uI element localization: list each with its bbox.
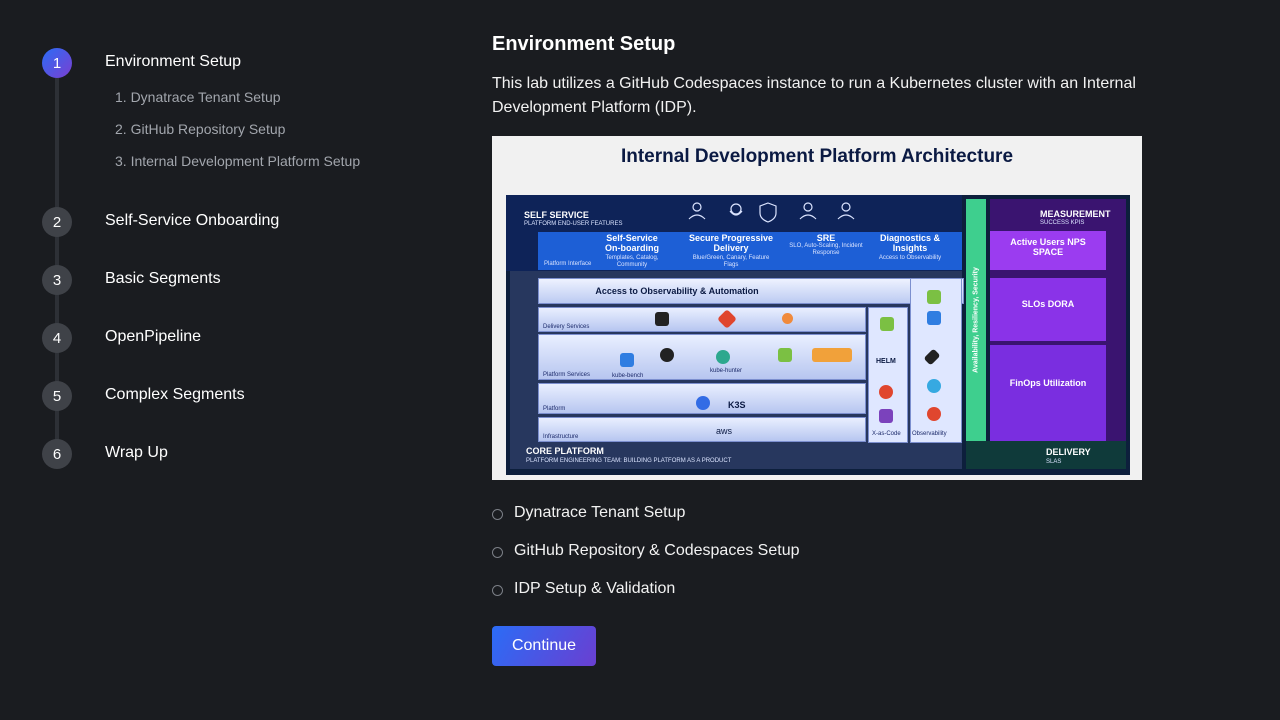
feature-title: SRE (816, 233, 836, 243)
feature-title: Secure Progressive Delivery (688, 233, 774, 253)
feature-sub: Templates, Catalog, Community (605, 255, 659, 268)
keptn-icon (812, 348, 852, 362)
ansible-icon (879, 385, 893, 399)
checklist-label[interactable]: Dynatrace Tenant Setup (514, 504, 685, 522)
stack-icon (655, 312, 669, 326)
radio-circle-icon[interactable] (492, 585, 503, 596)
substep-item[interactable]: 1. Dynatrace Tenant Setup (115, 88, 360, 120)
step-number: 1 (42, 48, 72, 78)
kpi-box (990, 345, 1106, 441)
measurement-sublabel: SUCCESS KPIS (1040, 220, 1085, 226)
substep-item[interactable]: 2. GitHub Repository Setup (115, 120, 360, 152)
step-number: 4 (42, 323, 72, 353)
k3s-label: K3S (728, 400, 746, 410)
measurement-label: MEASUREMENT (1040, 209, 1111, 219)
kpi-label: FinOps Utilization (1009, 378, 1087, 388)
aws-label: aws (716, 426, 733, 436)
x-as-code-label: X-as-Code (872, 431, 901, 437)
shield-icon (927, 311, 941, 325)
continue-button[interactable]: Continue (492, 626, 596, 666)
step-title[interactable]: Complex Segments (105, 386, 245, 404)
security-strip-label: Availability, Resiliency, Security (972, 267, 980, 373)
radio-circle-icon[interactable] (492, 509, 503, 520)
substep-item[interactable]: 3. Internal Development Platform Setup (115, 152, 360, 184)
self-service-label: SELF SERVICE (524, 210, 589, 220)
stepper-sidebar: 1 Environment Setup 1. Dynatrace Tenant … (0, 0, 440, 720)
kpi-label: SLOs DORA (1021, 299, 1075, 309)
dynatrace-icon (778, 348, 792, 362)
step-number: 3 (42, 265, 72, 295)
layer-caption: Infrastructure (543, 434, 579, 440)
kubernetes-icon (696, 396, 710, 410)
feature-title: Diagnostics & Insights (879, 233, 940, 253)
bird-icon (927, 379, 941, 393)
delivery-label: DELIVERY (1046, 447, 1091, 457)
observability-label: Observability (912, 431, 947, 437)
step-title[interactable]: OpenPipeline (105, 328, 201, 346)
architecture-body: SELF SERVICE PLATFORM END-USER FEATURES … (506, 195, 1130, 475)
dynatrace-icon (880, 317, 894, 331)
persona-icons (688, 202, 855, 223)
step-title[interactable]: Basic Segments (105, 270, 221, 288)
kube-hunter-icon (716, 350, 730, 364)
kpi-label: Active Users NPS SPACE (1010, 237, 1086, 257)
helm-label: HELM (876, 358, 896, 365)
step-number: 6 (42, 439, 72, 469)
checklist-label[interactable]: IDP Setup & Validation (514, 580, 675, 598)
checklist-label[interactable]: GitHub Repository & Codespaces Setup (514, 542, 799, 560)
kpi-box (990, 278, 1106, 341)
access-label: Access to Observability & Automation (595, 286, 759, 296)
terraform-icon (879, 409, 893, 423)
diagram-title: Internal Development Platform Architectu… (620, 146, 1014, 167)
kube-hunter-label: kube-hunter (710, 368, 743, 374)
step-number: 5 (42, 381, 72, 411)
step-title[interactable]: Self-Service Onboarding (105, 212, 279, 230)
dynatrace-icon (927, 290, 941, 304)
step-title[interactable]: Wrap Up (105, 444, 168, 462)
step-title[interactable]: Environment Setup (105, 53, 241, 71)
delivery-sublabel: SLAS (1046, 459, 1062, 465)
dynatrace-mono-icon (660, 348, 674, 362)
layer-caption: Platform (543, 406, 566, 412)
feature-sub: SLO, Auto-Scaling, Incident Response (789, 243, 863, 256)
radio-circle-icon[interactable] (492, 547, 503, 558)
architecture-diagram: Internal Development Platform Architectu… (492, 136, 1142, 480)
main-content: Environment Setup This lab utilizes a Gi… (492, 30, 1152, 666)
core-platform-sublabel: PLATFORM ENGINEERING TEAM: BUILDING PLAT… (526, 458, 732, 464)
argo-icon (782, 313, 793, 324)
core-platform-label: CORE PLATFORM (526, 446, 604, 456)
feature-sub: Blue/Green, Canary, Feature Flags (692, 255, 770, 268)
self-service-sublabel: PLATFORM END-USER FEATURES (524, 221, 623, 227)
layer-delivery: Delivery Services (538, 307, 866, 332)
page-description: This lab utilizes a GitHub Codespaces in… (492, 75, 1136, 116)
layer-caption: Delivery Services (543, 324, 590, 330)
page-title: Environment Setup (492, 33, 676, 55)
prometheus-icon (927, 407, 941, 421)
platform-interface-label: Platform Interface (544, 261, 592, 267)
layer-infrastructure: Infrastructure (538, 417, 866, 442)
feature-title: Self-Service On-boarding (605, 233, 659, 253)
layer-caption: Platform Services (543, 372, 591, 378)
step-number: 2 (42, 207, 72, 237)
feature-sub: Access to Observability (878, 255, 942, 261)
kube-bench-label: kube-bench (612, 373, 644, 379)
kube-bench-icon (620, 353, 634, 367)
substep-list: 1. Dynatrace Tenant Setup 2. GitHub Repo… (115, 88, 360, 184)
